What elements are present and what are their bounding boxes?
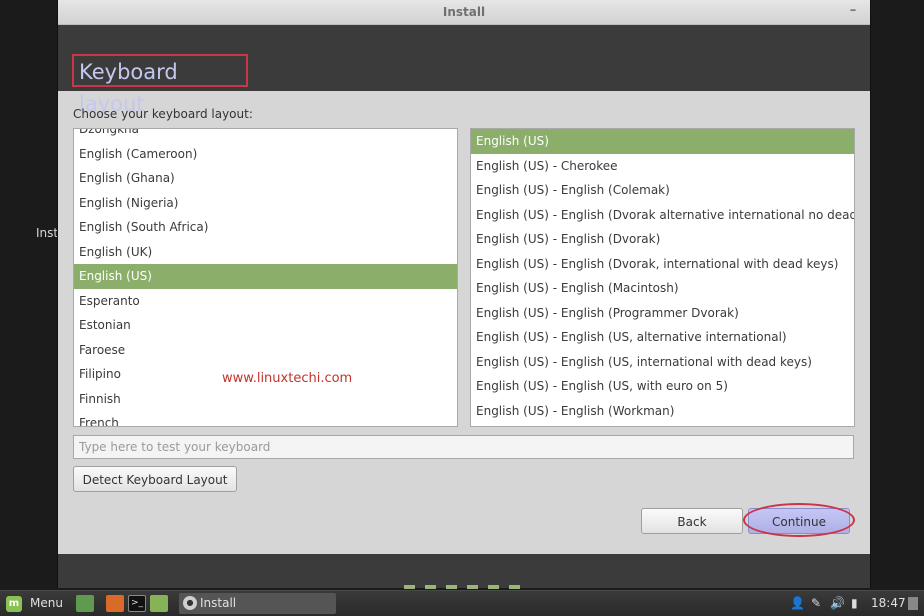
show-desktop-button[interactable] <box>908 597 918 610</box>
layout-list-item[interactable]: English (UK) <box>74 240 457 265</box>
variant-list-item[interactable]: English (US) - English (Dvorak) <box>471 227 854 252</box>
layout-list-item[interactable]: Esperanto <box>74 289 457 314</box>
installer-window: Install – Keyboard layout Choose your ke… <box>57 0 871 589</box>
file-manager-icon[interactable] <box>76 595 94 612</box>
layout-list-item[interactable]: English (Cameroon) <box>74 142 457 167</box>
terminal-icon[interactable]: >_ <box>128 595 146 612</box>
progress-steps <box>404 585 520 589</box>
progress-step-dot <box>404 585 415 589</box>
mint-logo-icon[interactable]: m <box>6 596 22 612</box>
volume-icon[interactable]: 🔊 <box>830 596 845 610</box>
variant-list-item[interactable]: English (US) - English (Dvorak, internat… <box>471 252 854 277</box>
layout-list-item[interactable]: Finnish <box>74 387 457 412</box>
header-band: Keyboard layout <box>58 25 870 116</box>
firefox-icon[interactable] <box>106 595 124 612</box>
folder-icon[interactable] <box>150 595 168 612</box>
layout-list-item[interactable]: English (US) <box>74 264 457 289</box>
variant-list-item[interactable]: English (US) - English (US, with euro on… <box>471 374 854 399</box>
variant-list-item[interactable]: English (US) - English (Dvorak alternati… <box>471 203 854 228</box>
layout-list-item[interactable]: English (Ghana) <box>74 166 457 191</box>
taskbar: m Menu >_ ● Install 👤 ✎ 🔊 ▮ 18:47 <box>0 590 924 616</box>
variant-list-item[interactable]: English (US) - English (Macintosh) <box>471 276 854 301</box>
window-title: Install <box>442 5 486 19</box>
detect-keyboard-layout-button[interactable]: Detect Keyboard Layout <box>73 466 237 492</box>
layout-list-item[interactable]: French <box>74 411 457 426</box>
minimize-button[interactable]: – <box>846 0 860 24</box>
clock[interactable]: 18:47 <box>871 596 906 610</box>
variant-list-item[interactable]: English (US) - English (Colemak) <box>471 178 854 203</box>
variant-list-item[interactable]: English (US) <box>471 129 854 154</box>
watermark-text: www.linuxtechi.com <box>222 371 353 386</box>
progress-step-dot <box>488 585 499 589</box>
layout-list-item[interactable]: English (South Africa) <box>74 215 457 240</box>
variant-list-item[interactable]: English (US) - English (US, alternative … <box>471 325 854 350</box>
taskbar-item-label: Install <box>200 596 237 610</box>
variant-list-item[interactable]: English (US) - Cherokee <box>471 154 854 179</box>
footer-band <box>58 554 870 589</box>
layout-list-item[interactable]: Dzongkha <box>74 129 457 142</box>
desktop-partial-label: Inst <box>36 226 59 240</box>
network-icon[interactable]: ✎ <box>811 596 821 610</box>
variant-list[interactable]: English (US) English (US) - Cherokee Engli… <box>470 128 855 427</box>
choose-layout-label: Choose your keyboard layout: <box>73 107 253 121</box>
installer-disc-icon: ● <box>183 596 197 610</box>
taskbar-item-install[interactable]: ● Install <box>179 593 336 614</box>
progress-step-dot <box>446 585 457 589</box>
progress-step-dot <box>509 585 520 589</box>
page-title: Keyboard layout <box>72 54 248 116</box>
progress-step-dot <box>467 585 478 589</box>
battery-icon[interactable]: ▮ <box>851 596 858 610</box>
variant-list-item[interactable]: English (US) - English (US, internationa… <box>471 350 854 375</box>
layout-list-item[interactable]: Estonian <box>74 313 457 338</box>
variant-list-item[interactable]: English (US) - English (Programmer Dvora… <box>471 301 854 326</box>
progress-step-dot <box>425 585 436 589</box>
menu-button[interactable]: Menu <box>30 596 63 610</box>
variant-list-item[interactable]: English (US) - English (Workman) <box>471 399 854 424</box>
layout-list-item[interactable]: Faroese <box>74 338 457 363</box>
layout-list-item[interactable]: English (Nigeria) <box>74 191 457 216</box>
user-icon[interactable]: 👤 <box>790 596 805 610</box>
keyboard-test-input[interactable] <box>73 435 854 459</box>
variant-list-items: English (US) English (US) - Cherokee Engli… <box>471 129 854 423</box>
continue-button[interactable]: Continue <box>748 508 850 534</box>
back-button[interactable]: Back <box>641 508 743 534</box>
window-titlebar[interactable]: Install – <box>58 0 870 25</box>
